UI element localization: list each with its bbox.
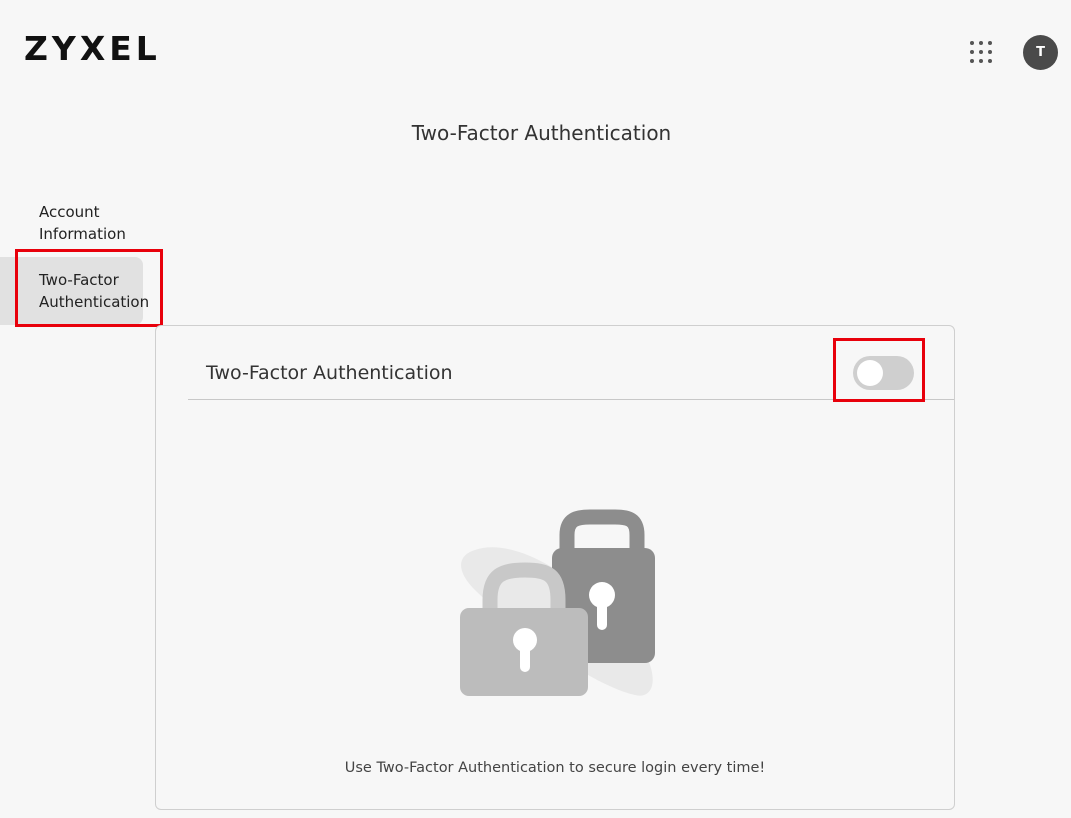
user-avatar[interactable]: T <box>1023 35 1058 70</box>
card-title: Two-Factor Authentication <box>206 362 453 384</box>
padlocks-icon <box>460 509 655 696</box>
two-factor-toggle[interactable] <box>853 356 914 390</box>
toggle-knob <box>857 360 883 386</box>
card-caption: Use Two-Factor Authentication to secure … <box>344 760 766 776</box>
sidebar-item-two-factor-authentication[interactable]: Two-Factor Authentication <box>39 269 169 313</box>
apps-grid-icon[interactable] <box>970 41 992 63</box>
page-title: Two-Factor Authentication <box>411 121 672 145</box>
sidebar-item-account-information[interactable]: Account Information <box>39 201 169 245</box>
zyxel-logo: ZYXEL <box>24 29 161 68</box>
card-divider <box>188 399 954 400</box>
